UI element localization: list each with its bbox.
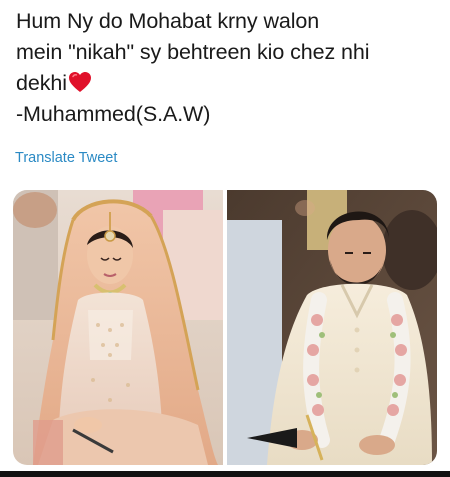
translate-tweet-link[interactable]: Translate Tweet <box>15 150 117 166</box>
red-heart-icon <box>68 71 92 93</box>
bride-photo-illustration <box>13 190 223 465</box>
bride-photo[interactable] <box>13 190 223 465</box>
groom-photo-illustration <box>227 190 437 465</box>
tweet-text-line-4: -Muhammed(S.A.W) <box>16 102 211 126</box>
tweet-text: Hum Ny do Mohabat krny walon mein "nikah… <box>16 6 441 130</box>
tweet-card: Hum Ny do Mohabat krny walon mein "nikah… <box>0 0 450 477</box>
tweet-text-line-3: dekhi <box>16 68 441 99</box>
tweet-text-line-2: mein "nikah" sy behtreen kio chez nhi <box>16 40 370 64</box>
tweet-media <box>13 190 437 465</box>
bottom-edge-bar <box>0 471 450 477</box>
tweet-text-line-3-word: dekhi <box>16 71 67 95</box>
tweet-text-line-1: Hum Ny do Mohabat krny walon <box>16 9 320 33</box>
groom-photo[interactable] <box>227 190 437 465</box>
